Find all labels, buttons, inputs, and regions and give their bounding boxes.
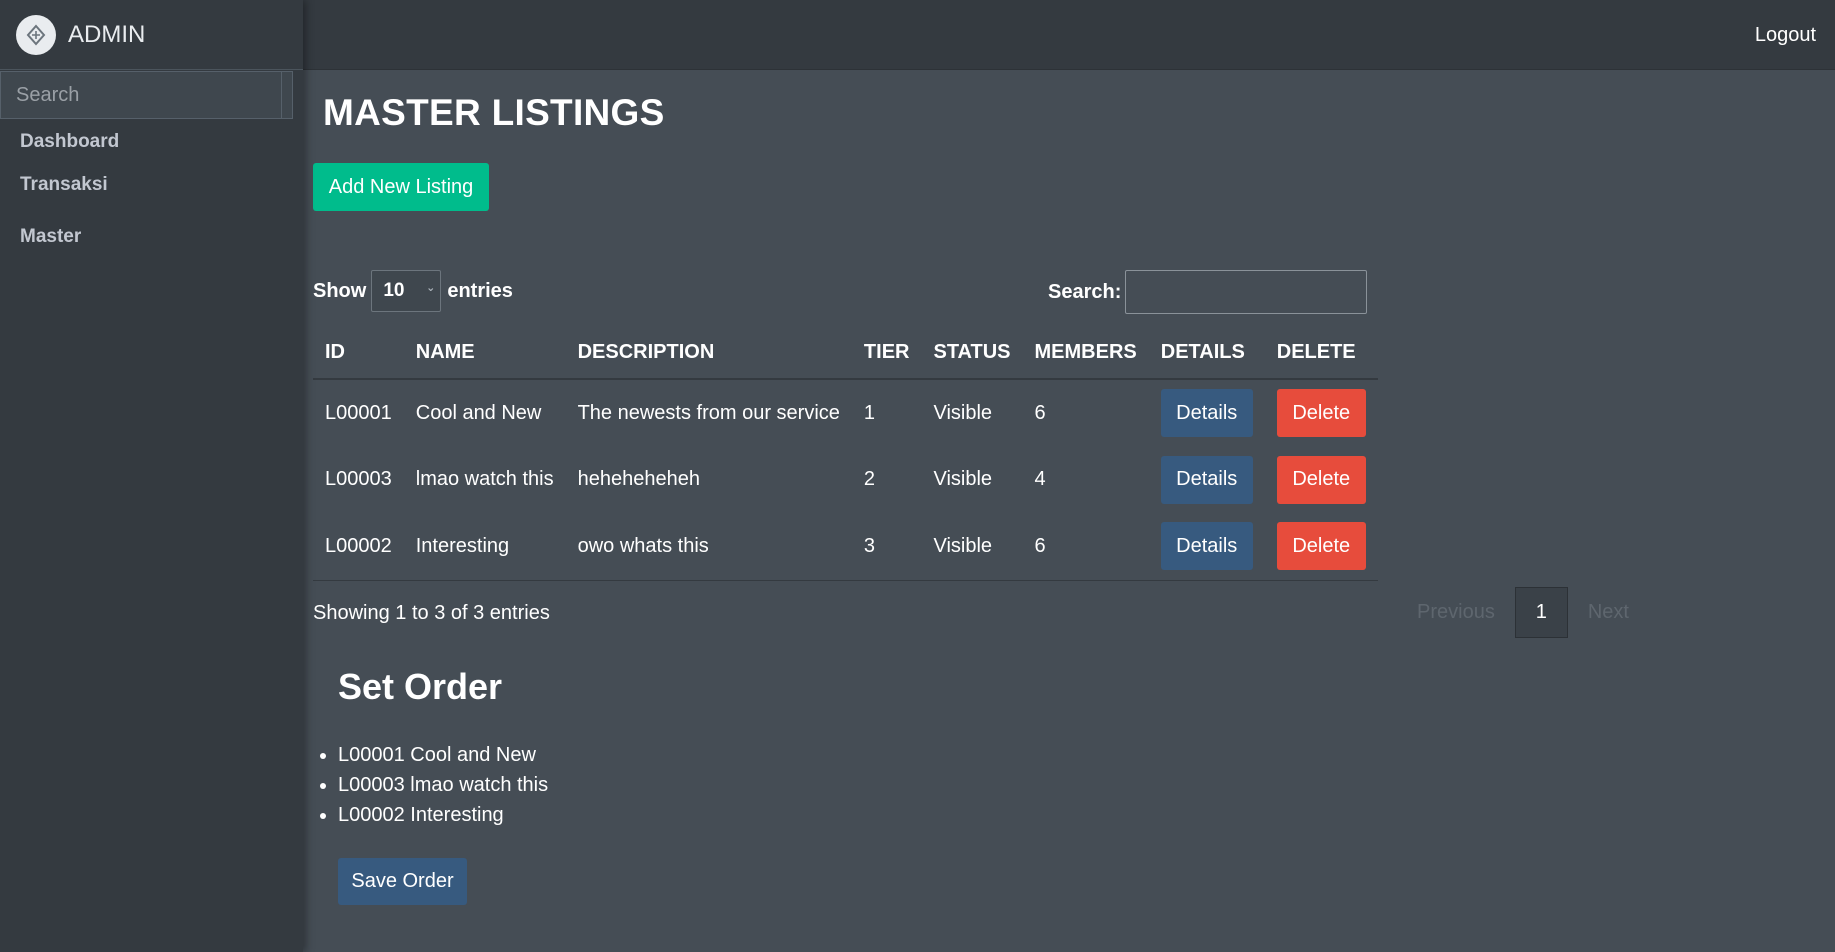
- cell-description: heheheheheh: [577, 468, 700, 490]
- list-item[interactable]: L00003 lmao watch this: [338, 770, 548, 800]
- details-button[interactable]: Details: [1160, 455, 1253, 504]
- cell-delete: Delete: [1265, 446, 1378, 513]
- sidebar-item-dashboard[interactable]: Dashboard: [0, 131, 303, 153]
- cell-tier: 2: [863, 468, 876, 490]
- column-header-name[interactable]: NAME: [403, 327, 566, 380]
- pagination-page-1[interactable]: 1: [1514, 587, 1568, 638]
- table-search: Search:: [1048, 270, 1368, 314]
- sidebar-search-button[interactable]: [281, 72, 292, 118]
- save-order-button[interactable]: Save Order: [338, 858, 467, 905]
- table-header-row: ID NAME DESCRIPTION TIER STATUS MEMBERS …: [313, 327, 1378, 380]
- cell-details: Details: [1149, 446, 1265, 513]
- table-info: Showing 1 to 3 of 3 entries: [313, 602, 550, 624]
- sidebar-item-transaksi[interactable]: Transaksi: [0, 174, 303, 196]
- pagination-next[interactable]: Next: [1568, 601, 1649, 624]
- entries-select-value: 10: [383, 280, 405, 301]
- entries-label: entries: [447, 279, 513, 302]
- cell-name: Interesting: [403, 513, 566, 581]
- list-item[interactable]: L00001 Cool and New: [338, 740, 548, 770]
- entries-length-control: Show 10 ⌄ entries: [313, 270, 513, 312]
- cell-id: L00001: [325, 401, 392, 424]
- column-header-details[interactable]: DETAILS: [1148, 327, 1265, 380]
- cell-members: 6: [1022, 513, 1149, 581]
- column-header-members[interactable]: MEMBERS: [1022, 327, 1149, 380]
- delete-button[interactable]: Delete: [1276, 455, 1366, 504]
- column-header-tier[interactable]: TIER: [851, 327, 922, 380]
- page-title: MASTER LISTINGS: [323, 92, 665, 133]
- entries-select[interactable]: 10 ⌄: [371, 270, 442, 312]
- listings-table: ID NAME DESCRIPTION TIER STATUS MEMBERS …: [313, 327, 1378, 581]
- details-button[interactable]: Details: [1160, 522, 1253, 571]
- column-header-description[interactable]: DESCRIPTION: [565, 327, 852, 380]
- logout-link[interactable]: Logout: [1755, 24, 1816, 47]
- cell-name: lmao watch this: [415, 468, 554, 490]
- cell-status: Visible: [933, 401, 993, 424]
- set-order-title: Set Order: [338, 666, 503, 707]
- delete-button[interactable]: Delete: [1276, 389, 1366, 437]
- cell-details: Details: [1148, 513, 1265, 581]
- cell-tier: 1: [863, 401, 876, 424]
- add-new-listing-button[interactable]: Add New Listing: [313, 163, 489, 211]
- delete-button[interactable]: Delete: [1276, 522, 1366, 571]
- table-row: L00003 lmao watch this heheheheheh 2 Vis…: [313, 446, 1378, 513]
- show-label: Show: [313, 279, 367, 302]
- column-header-id[interactable]: ID: [313, 327, 404, 380]
- brand[interactable]: ADMIN: [0, 0, 303, 70]
- cell-delete: Delete: [1264, 513, 1378, 581]
- column-header-delete[interactable]: DELETE: [1264, 327, 1378, 380]
- column-header-status[interactable]: STATUS: [921, 327, 1023, 380]
- sidebar-search: [0, 71, 293, 119]
- admin-logo-icon: [16, 14, 56, 55]
- pagination: Previous 1 Next: [1397, 587, 1649, 638]
- cell-description: The newests from our service: [577, 401, 840, 424]
- cell-members: 4: [1034, 468, 1046, 490]
- sidebar: ADMIN Dashboard Transaksi Master: [0, 0, 303, 952]
- cell-status: Visible: [921, 513, 1023, 581]
- cell-tier: 3: [851, 513, 922, 581]
- brand-text: ADMIN: [68, 20, 146, 48]
- sidebar-item-master[interactable]: Master: [0, 226, 303, 248]
- pagination-previous[interactable]: Previous: [1397, 601, 1515, 624]
- list-item[interactable]: L00002 Interesting: [338, 800, 548, 830]
- cell-id: L00002: [313, 513, 404, 581]
- cell-details: Details: [1149, 379, 1265, 446]
- cell-members: 6: [1034, 401, 1046, 424]
- chevron-down-icon: ⌄: [426, 282, 436, 294]
- topbar: Logout: [303, 0, 1835, 70]
- cell-delete: Delete: [1265, 379, 1378, 446]
- table-search-label: Search:: [1048, 280, 1122, 303]
- cell-status: Visible: [933, 468, 993, 490]
- table-row: L00001 Cool and New The newests from our…: [313, 379, 1378, 446]
- details-button[interactable]: Details: [1160, 389, 1253, 437]
- table-row: L00002 Interesting owo whats this 3 Visi…: [313, 513, 1378, 581]
- cell-id: L00003: [325, 468, 392, 490]
- sidebar-search-input[interactable]: [1, 72, 281, 118]
- table-search-input[interactable]: [1125, 270, 1368, 314]
- order-list: L00001 Cool and New L00003 lmao watch th…: [338, 740, 548, 830]
- cell-description: owo whats this: [565, 513, 852, 581]
- cell-name: Cool and New: [415, 401, 542, 424]
- main-content: MASTER LISTINGS Add New Listing Show 10 …: [303, 70, 1835, 952]
